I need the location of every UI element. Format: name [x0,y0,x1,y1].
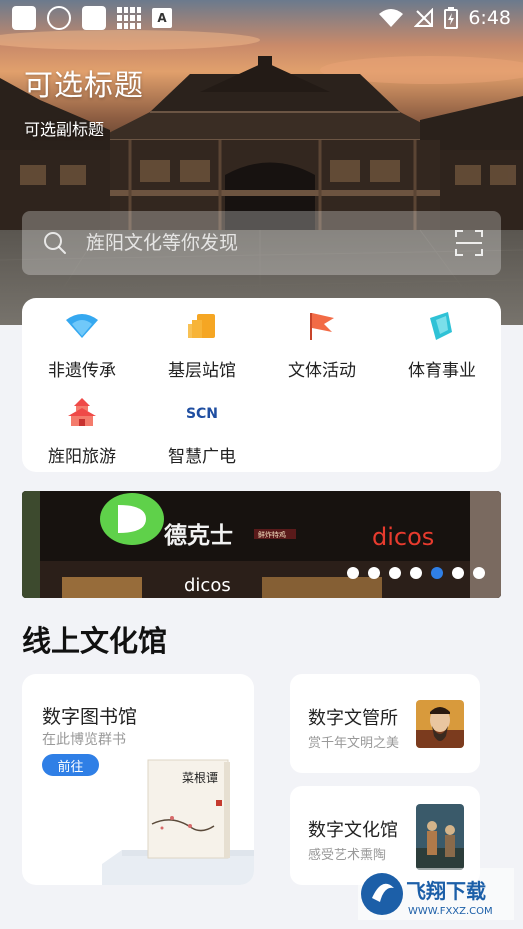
sports-icon [430,312,452,340]
category-item-smart-broadcast[interactable]: SCN 智慧广电 [142,396,262,467]
card-subtitle: 赏千年文明之美 [308,736,400,751]
hero-title: 可选标题 [24,68,145,102]
card-title: 数字文化馆 [308,820,398,841]
category-item-intangible-heritage[interactable]: 非遗传承 [22,310,142,381]
scn-logo-icon: SCN [186,406,218,422]
carousel-dot[interactable] [389,567,401,579]
search-bar[interactable] [22,211,501,275]
carousel-indicator [347,567,485,579]
search-input[interactable] [86,232,453,254]
hero-subtitle: 可选副标题 [24,120,105,139]
digital-relics-card[interactable]: 数字文管所 赏千年文明之美 [290,674,480,773]
section-title: 线上文化馆 [22,624,168,658]
carousel-image: 德克士 鲜炸特鸡 dicos dicos [22,491,501,598]
category-label: 旌阳旅游 [48,447,116,467]
pagoda-icon [68,398,96,426]
banner-sign-tag: 鲜炸特鸡 [258,530,286,539]
card-subtitle: 感受艺术熏陶 [308,848,387,863]
hero-banner: A 6:48 可选标题 可选副标题 [0,0,523,325]
card-subtitle: 在此博览群书 [42,732,126,748]
banner-brand: dicos [372,523,434,551]
book-title: 菜根谭 [182,771,218,785]
category-label: 体育事业 [408,361,476,381]
banner-sign-main: 德克士 [164,522,233,549]
banner-lower-brand: dicos [184,575,231,596]
category-label: 智慧广电 [168,447,236,467]
carousel-dot[interactable] [368,567,380,579]
watermark-url: WWW.FXXZ.COM [408,906,493,917]
carousel-dot[interactable] [410,567,422,579]
category-item-sports[interactable]: 体育事业 [382,310,502,381]
battery-charging-icon [444,7,459,29]
card-title: 数字文管所 [308,708,398,729]
hero-building-image [0,30,523,325]
no-signal-icon [414,8,434,27]
building-icon [188,314,215,338]
svg-text:SCN: SCN [186,406,218,422]
watermark-logo: 飞翔下载 WWW.FXXZ.COM [358,868,514,920]
category-label: 非遗传承 [48,361,116,381]
grid-icon [117,7,141,29]
wifi-icon [66,314,98,338]
category-item-tourism[interactable]: 旌阳旅游 [22,396,142,467]
category-label: 文体活动 [288,361,356,381]
flag-icon [310,313,334,340]
category-item-cultural-activities[interactable]: 文体活动 [262,310,382,381]
wifi-status-icon [379,9,404,27]
category-item-grassroots-venues[interactable]: 基层站馆 [142,310,262,381]
digital-library-card[interactable]: 数字图书馆 在此博览群书 前往 菜根谭 [22,674,254,885]
carousel-dot[interactable] [473,567,485,579]
category-grid: 非遗传承 基层站馆 文体活动 体育事业 旌阳旅游 SCN 智慧广电 [22,298,501,472]
carousel-dot[interactable] [347,567,359,579]
font-icon: A [152,8,172,28]
scan-icon[interactable] [453,227,485,259]
clock-time: 6:48 [468,7,511,29]
app-notification-icon [47,6,71,30]
card-title: 数字图书馆 [42,706,138,728]
book-image: 菜根谭 [102,759,254,885]
promo-carousel[interactable]: 德克士 鲜炸特鸡 dicos dicos [22,491,501,598]
carousel-dot[interactable] [452,567,464,579]
carousel-dot-active[interactable] [431,567,443,579]
watermark-main: 飞翔下载 [406,879,486,903]
confucius-portrait-image [416,700,464,748]
notification-icon [82,6,106,30]
go-button[interactable]: 前往 [42,754,99,776]
search-icon [44,232,66,254]
category-label: 基层站馆 [168,361,236,381]
notification-icon [12,6,36,30]
art-painting-image [416,804,464,870]
status-bar: A 6:48 [0,0,523,36]
